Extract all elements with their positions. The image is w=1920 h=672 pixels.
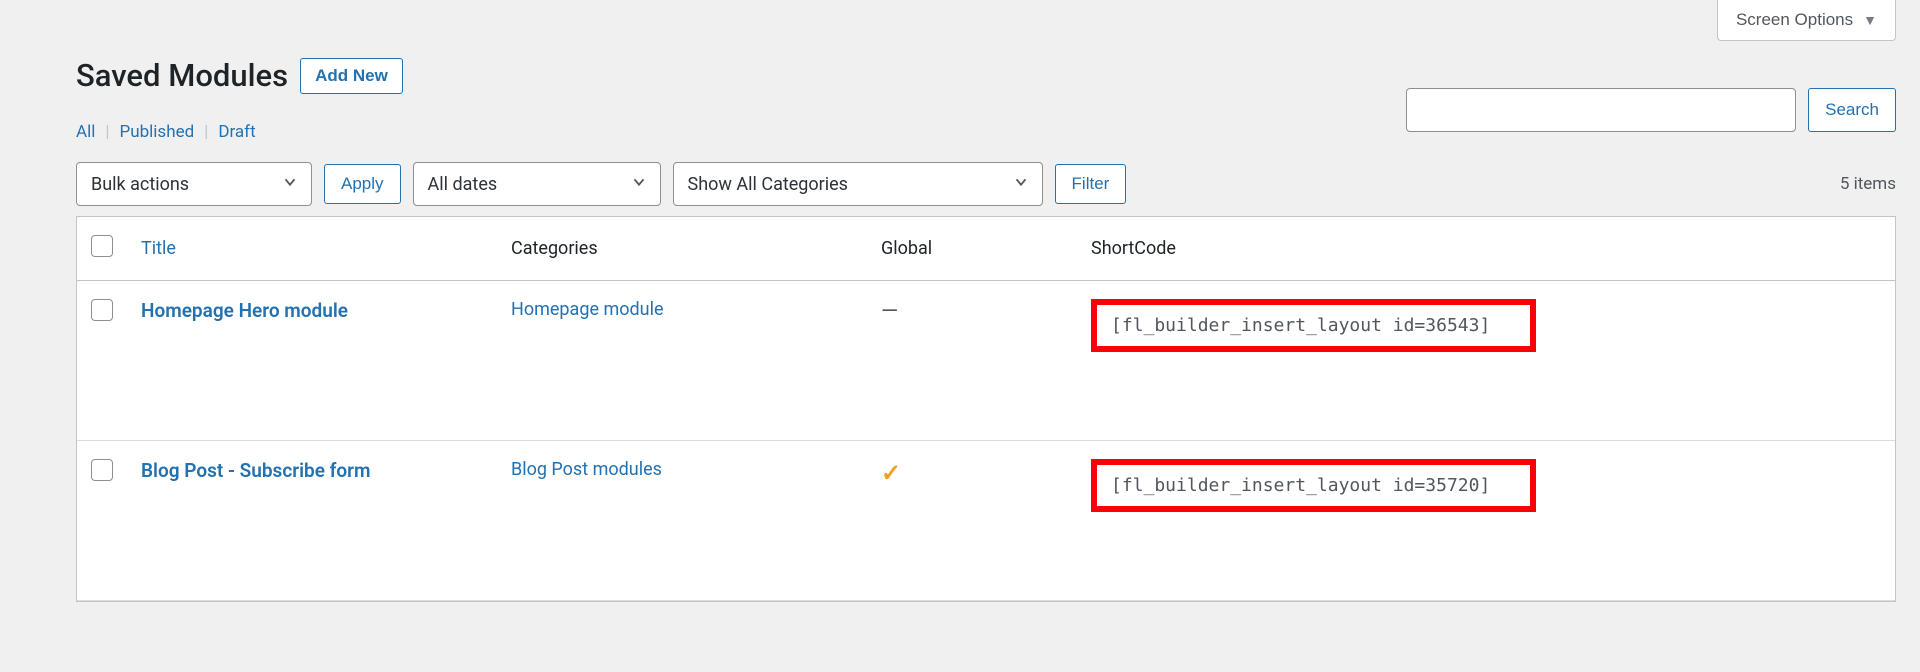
add-new-button[interactable]: Add New <box>300 58 403 94</box>
screen-options-label: Screen Options <box>1736 10 1853 30</box>
shortcode-value[interactable]: [fl_builder_insert_layout id=35720] <box>1091 459 1536 512</box>
row-checkbox[interactable] <box>91 299 113 321</box>
status-link-draft[interactable]: Draft <box>218 122 255 142</box>
filter-button[interactable]: Filter <box>1055 164 1127 204</box>
col-header-global: Global <box>867 217 1077 281</box>
modules-table: Title Categories Global ShortCode Homepa… <box>76 216 1896 602</box>
shortcode-value[interactable]: [fl_builder_insert_layout id=36543] <box>1091 299 1536 352</box>
screen-options-button[interactable]: Screen Options ▼ <box>1717 0 1896 41</box>
col-header-shortcode: ShortCode <box>1077 217 1895 281</box>
category-filter-select[interactable]: Show All Categories <box>673 162 1043 206</box>
table-row: Blog Post - Subscribe form Blog Post modu… <box>77 441 1895 601</box>
chevron-down-icon <box>281 173 299 196</box>
bulk-actions-selected: Bulk actions <box>91 174 189 195</box>
select-all-checkbox[interactable] <box>91 235 113 257</box>
date-filter-select[interactable]: All dates <box>413 162 661 206</box>
col-header-categories: Categories <box>497 217 867 281</box>
separator: | <box>105 122 109 142</box>
col-header-title[interactable]: Title <box>141 238 176 259</box>
check-icon: ✓ <box>881 459 901 487</box>
category-link[interactable]: Blog Post modules <box>511 459 662 480</box>
status-link-published[interactable]: Published <box>120 122 195 142</box>
search-input[interactable] <box>1406 88 1796 132</box>
category-link[interactable]: Homepage module <box>511 299 664 320</box>
chevron-down-icon <box>630 173 648 196</box>
search-button[interactable]: Search <box>1808 88 1896 132</box>
apply-button[interactable]: Apply <box>324 164 401 204</box>
chevron-down-icon: ▼ <box>1863 12 1877 28</box>
date-filter-selected: All dates <box>428 174 498 195</box>
table-row: Homepage Hero module Homepage module — [fl_… <box>77 281 1895 441</box>
chevron-down-icon <box>1012 173 1030 196</box>
items-count: 5 items <box>1840 174 1896 194</box>
row-checkbox[interactable] <box>91 459 113 481</box>
row-title-link[interactable]: Blog Post - Subscribe form <box>141 459 370 482</box>
separator: | <box>204 122 208 142</box>
category-filter-selected: Show All Categories <box>688 174 848 195</box>
dash-icon: — <box>881 299 898 324</box>
bulk-actions-select[interactable]: Bulk actions <box>76 162 312 206</box>
row-title-link[interactable]: Homepage Hero module <box>141 299 348 322</box>
page-title: Saved Modules <box>76 57 288 94</box>
status-link-all[interactable]: All <box>76 122 95 142</box>
